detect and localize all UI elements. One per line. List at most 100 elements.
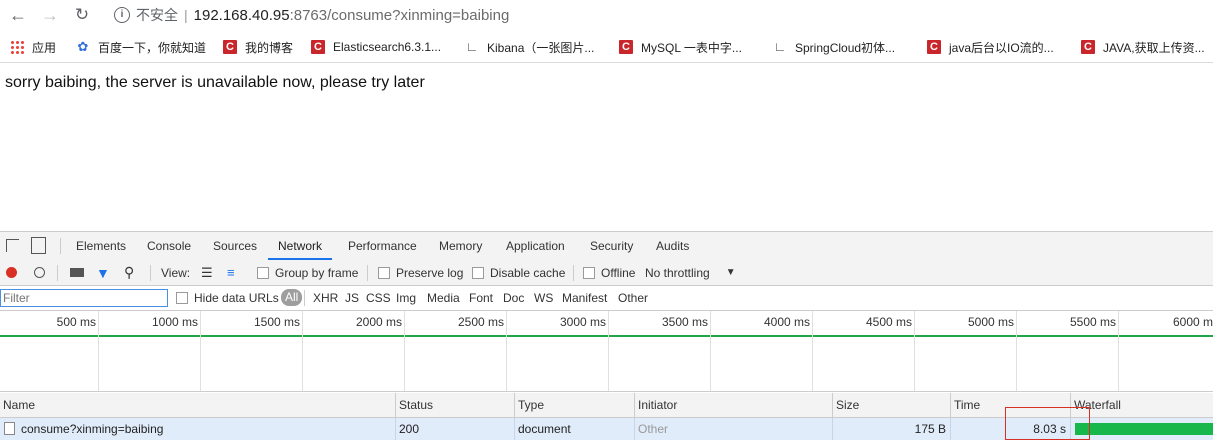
offline-checkbox[interactable]: Offline [583,260,635,285]
camera-icon[interactable] [70,268,84,277]
type-filter-manifest[interactable]: Manifest [562,286,607,310]
checkbox-label: Hide data URLs [194,291,279,305]
checkbox[interactable] [378,266,390,279]
hide-data-urls-checkbox[interactable]: Hide data URLs [176,286,279,310]
divider [573,265,574,281]
devtools-tabbar: Elements Console Sources Network Perform… [0,231,1213,261]
column-status[interactable]: Status [395,393,514,417]
tab-network[interactable]: Network [268,232,333,260]
type-filter-doc[interactable]: Doc [503,286,524,310]
bookmark-elasticsearch[interactable]: C Elasticsearch6.3.1... [311,32,441,62]
forward-icon[interactable]: → [40,5,60,25]
column-type[interactable]: Type [514,393,634,417]
bookmark-blog[interactable]: C 我的博客 [223,32,293,62]
divider [367,265,368,281]
bookmark-kibana[interactable]: ∟ Kibana（一张图片... [465,32,595,62]
bookmark-label: JAVA,获取上传资... [1103,40,1205,55]
tab-elements[interactable]: Elements [76,232,126,260]
large-rows-icon[interactable]: ☰ [201,260,213,285]
column-waterfall[interactable]: Waterfall [1070,393,1213,417]
column-name[interactable]: Name [0,393,395,417]
timeline-overview[interactable]: 500 ms 1000 ms 1500 ms 2000 ms 2500 ms 3… [0,311,1213,392]
cell-type: document [514,418,634,440]
timeline-gridline [812,311,813,391]
group-by-frame-checkbox[interactable]: Group by frame [257,260,358,285]
url-text[interactable]: 192.168.40.95:8763/consume?xinming=baibi… [194,7,510,24]
type-filter-js[interactable]: JS [345,286,359,310]
checkbox[interactable] [257,266,269,279]
url-host: 192.168.40.95 [193,6,290,24]
bookmark-label: Kibana（一张图片... [487,40,595,55]
clear-icon[interactable] [34,267,45,278]
bookmark-apps[interactable]: 应用 [10,32,56,62]
throttling-select[interactable]: No throttling ▼ [645,260,736,285]
highlight-annotation-box [1005,407,1090,440]
waterfall-bar [1075,423,1213,435]
type-filter-media[interactable]: Media [427,286,460,310]
tab-console[interactable]: Console [147,232,191,260]
tab-sources[interactable]: Sources [213,232,257,260]
timeline-activity-line [0,335,1213,337]
checkbox[interactable] [583,266,595,279]
type-filter-font[interactable]: Font [469,286,493,310]
column-size[interactable]: Size [832,393,950,417]
checkbox[interactable] [472,266,484,279]
page-message: sorry baibing, the server is unavailable… [5,74,425,91]
type-filter-img[interactable]: Img [396,286,416,310]
bookmark-baidu[interactable]: ✿ 百度一下，你就知道 [76,32,206,62]
device-toolbar-icon[interactable] [31,237,46,254]
bookmark-java-upload[interactable]: C JAVA,获取上传资... [1081,32,1205,62]
view-label: View: [161,265,191,280]
back-icon[interactable]: ← [8,5,28,25]
cell-name[interactable]: consume?xinming=baibing [0,418,395,440]
waterfall-view-icon[interactable]: ≡ [227,260,235,285]
bookmark-label: MySQL 一表中字... [641,40,742,55]
filter-input[interactable] [0,289,168,307]
timeline-tick-label: 500 ms [56,315,96,329]
type-filter-ws[interactable]: WS [534,286,553,310]
record-icon[interactable] [6,267,17,278]
timeline-tick-label: 1000 ms [151,315,198,329]
preserve-log-checkbox[interactable]: Preserve log [378,260,463,285]
column-initiator[interactable]: Initiator [634,393,832,417]
timeline-tick-label: 5500 ms [1069,315,1116,329]
inspect-element-icon[interactable] [6,239,19,252]
filter-icon[interactable]: ▼ [96,260,110,285]
divider [60,238,61,254]
bookmark-label: 应用 [32,40,57,55]
tab-audits[interactable]: Audits [656,232,689,260]
disable-cache-checkbox[interactable]: Disable cache [472,260,565,285]
omnibox[interactable]: i 不安全 | 192.168.40.95:8763/consume?xinmi… [108,0,1213,30]
throttling-value: No throttling [645,265,710,280]
cell-initiator: Other [634,418,832,440]
cell-size: 175 B [832,418,950,440]
tab-security[interactable]: Security [590,232,633,260]
tab-memory[interactable]: Memory [439,232,482,260]
type-filter-other[interactable]: Other [618,286,648,310]
timeline-tick-label: 3000 ms [559,315,606,329]
url-path: :8763/consume?xinming=baibing [289,6,510,24]
document-icon [4,422,15,435]
csdn-icon: C [1081,40,1095,54]
timeline-gridline [200,311,201,391]
bookmark-springcloud[interactable]: ∟ SpringCloud初体... [773,32,895,62]
reload-icon[interactable]: ↻ [72,5,92,25]
timeline-tick-label: 2500 ms [457,315,504,329]
divider [304,290,305,306]
tab-performance[interactable]: Performance [348,232,417,260]
type-filter-css[interactable]: CSS [366,286,391,310]
info-icon[interactable]: i [114,7,130,23]
bookmark-java-io[interactable]: Cjava后台以IO流的... [927,32,1054,62]
checkbox[interactable] [176,292,188,304]
timeline-gridline [914,311,915,391]
bookmark-label: SpringCloud初体... [795,40,896,55]
type-filter-xhr[interactable]: XHR [313,286,338,310]
network-toolbar: ▼ ⚲ View: ☰ ≡ Group by frame Preserve lo… [0,260,1213,286]
bookmark-label: java后台以IO流的... [949,40,1054,55]
search-icon[interactable]: ⚲ [124,260,134,285]
checkbox-label: Preserve log [396,265,464,280]
type-filter-all[interactable]: All [281,289,303,306]
timeline-tick-label: 5000 ms [967,315,1014,329]
bookmark-mysql[interactable]: C MySQL 一表中字... [619,32,742,62]
tab-application[interactable]: Application [506,232,565,260]
